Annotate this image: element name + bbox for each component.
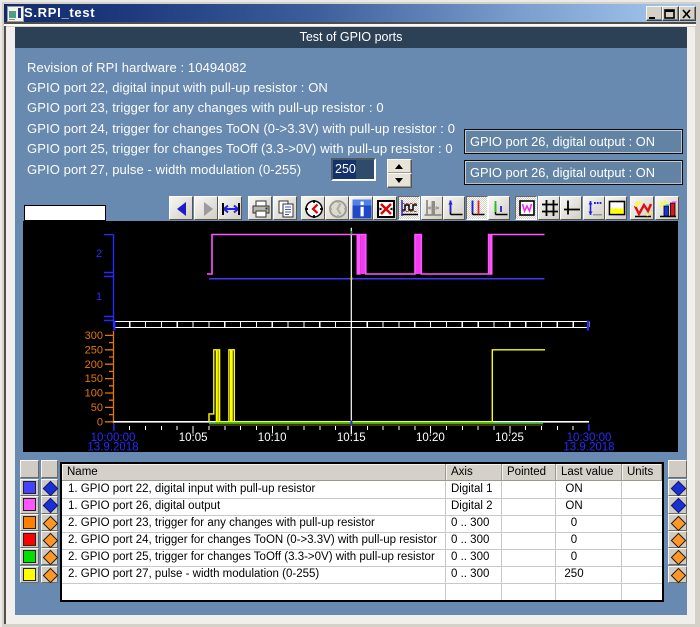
- svg-text:2: 2: [96, 248, 102, 260]
- svg-text:10:20: 10:20: [416, 432, 445, 444]
- svg-text:300: 300: [85, 330, 103, 342]
- svg-text:13.9.2018: 13.9.2018: [563, 442, 614, 453]
- svg-text:10:10: 10:10: [258, 432, 287, 444]
- svg-text:0: 0: [97, 416, 103, 428]
- svg-text:200: 200: [85, 359, 103, 371]
- svg-text:50: 50: [91, 402, 103, 414]
- svg-text:1: 1: [96, 291, 102, 303]
- svg-text:10:25: 10:25: [495, 432, 524, 444]
- svg-text:150: 150: [85, 373, 103, 385]
- svg-text:250: 250: [85, 344, 103, 356]
- svg-text:10:15: 10:15: [337, 432, 366, 444]
- svg-text:100: 100: [85, 388, 103, 400]
- svg-text:10:05: 10:05: [179, 432, 208, 444]
- svg-text:13.9.2018: 13.9.2018: [87, 442, 138, 453]
